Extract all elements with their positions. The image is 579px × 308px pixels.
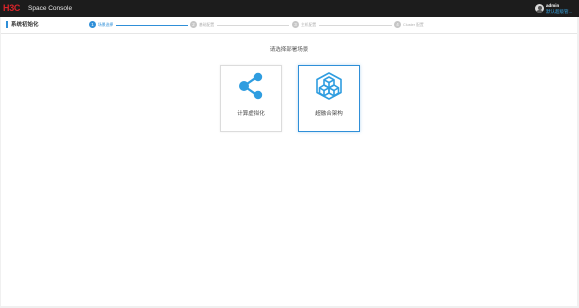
step-label: 主机配置	[301, 23, 317, 27]
user-avatar-icon[interactable]	[535, 4, 544, 13]
step-number: 3	[292, 21, 299, 28]
step-connector	[116, 24, 188, 26]
h3c-logo: H3C	[3, 3, 21, 13]
step-number: 2	[190, 21, 197, 28]
user-role[interactable]: 默认超级管...	[546, 9, 572, 15]
main-content: 系统初始化 1 场景选择 2 基础配置 3 主机配置 4 Cluster 配置 …	[1, 17, 577, 306]
top-navigation-bar: H3C Space Console admin 默认超级管...	[0, 0, 579, 17]
step-label: Cluster 配置	[403, 23, 424, 27]
option-label: 计算虚拟化	[237, 111, 265, 117]
title-accent-bar	[6, 21, 8, 28]
option-label: 超融合架构	[315, 111, 343, 117]
step-connector	[319, 24, 392, 26]
page-title: 系统初始化	[11, 22, 39, 28]
page-header: 系统初始化 1 场景选择 2 基础配置 3 主机配置 4 Cluster 配置	[1, 17, 577, 34]
step-number: 1	[89, 21, 96, 28]
option-compute-virtualization[interactable]: 计算虚拟化	[220, 65, 282, 132]
step-connector	[217, 24, 289, 26]
scenario-prompt: 请选择部署场景	[269, 47, 309, 53]
step-number: 4	[394, 21, 401, 28]
share-nodes-icon	[239, 72, 263, 100]
product-name: Space Console	[28, 5, 73, 12]
option-hyper-converged[interactable]: 超融合架构	[298, 65, 360, 132]
hexagon-cubes-icon	[316, 72, 342, 100]
step-label: 基础配置	[199, 23, 215, 27]
step-label: 场景选择	[98, 23, 114, 27]
